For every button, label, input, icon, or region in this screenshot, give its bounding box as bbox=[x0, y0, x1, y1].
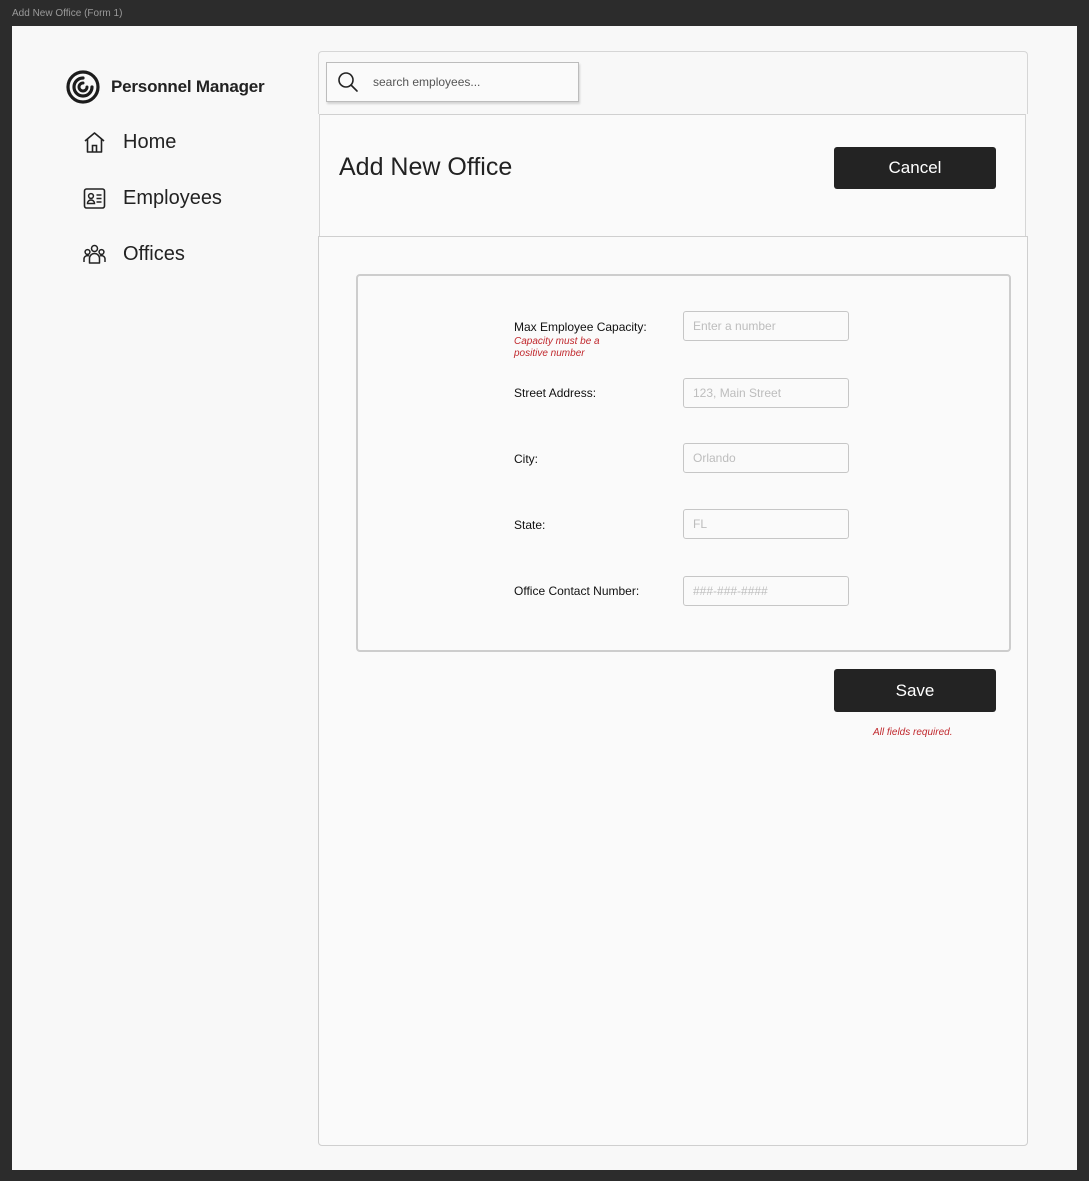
contact-number-input[interactable] bbox=[683, 576, 849, 606]
office-form: Max Employee Capacity: Capacity must be … bbox=[356, 274, 1011, 652]
search-icon bbox=[338, 72, 358, 92]
id-card-icon bbox=[83, 188, 106, 209]
logo-icon bbox=[66, 70, 100, 104]
search-input[interactable] bbox=[371, 74, 565, 90]
street-address-label: Street Address: bbox=[514, 386, 597, 400]
page-title: Add New Office bbox=[339, 153, 513, 181]
sidebar-item-label: Employees bbox=[123, 187, 222, 209]
city-input[interactable] bbox=[683, 443, 849, 473]
street-address-input[interactable] bbox=[683, 378, 849, 408]
sidebar-item-employees[interactable]: Employees bbox=[82, 186, 222, 211]
max-capacity-input[interactable] bbox=[683, 311, 849, 341]
top-bar bbox=[318, 51, 1028, 114]
brand: Personnel Manager bbox=[66, 70, 265, 104]
search-box[interactable] bbox=[326, 62, 579, 102]
required-fields-note: All fields required. bbox=[873, 727, 953, 738]
main-panel: Max Employee Capacity: Capacity must be … bbox=[318, 236, 1028, 1146]
sidebar-item-home[interactable]: Home bbox=[82, 130, 176, 155]
max-capacity-label: Max Employee Capacity: bbox=[514, 320, 647, 334]
capacity-error-message: Capacity must be a positive number bbox=[514, 336, 600, 359]
contact-number-label: Office Contact Number: bbox=[514, 584, 640, 598]
sidebar-item-offices[interactable]: Offices bbox=[82, 242, 185, 267]
state-input[interactable] bbox=[683, 509, 849, 539]
save-button[interactable]: Save bbox=[834, 669, 996, 712]
sidebar-item-label: Offices bbox=[123, 243, 185, 265]
app-canvas: Personnel Manager Home Employees Offices… bbox=[12, 26, 1077, 1170]
window-title: Add New Office (Form 1) bbox=[12, 8, 123, 19]
city-label: City: bbox=[514, 452, 538, 466]
cancel-button[interactable]: Cancel bbox=[834, 147, 996, 189]
sidebar-item-label: Home bbox=[123, 131, 177, 153]
state-label: State: bbox=[514, 518, 546, 532]
brand-name: Personnel Manager bbox=[111, 77, 265, 96]
home-icon bbox=[84, 132, 105, 153]
page-header: Add New Office Cancel bbox=[319, 114, 1026, 237]
people-group-icon bbox=[83, 244, 106, 264]
